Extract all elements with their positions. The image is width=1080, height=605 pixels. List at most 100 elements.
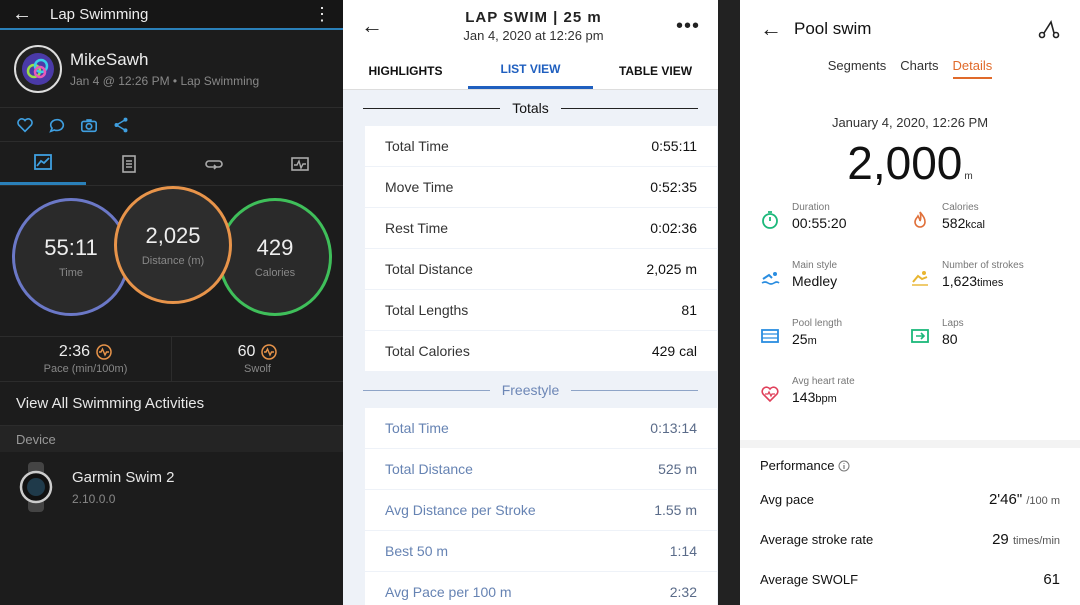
activity-meta: Jan 4 @ 12:26 PM • Lap Swimming (70, 73, 260, 88)
chart-icon (33, 154, 52, 170)
perf-label: Average stroke rate (760, 531, 874, 547)
metric-heart-rate: Avg heart rate 143bpm (760, 376, 910, 434)
row-value: 81 (681, 302, 697, 318)
pool-icon (761, 329, 779, 343)
social-bar (0, 108, 343, 142)
list-item: Avg Pace per 100 m 2:32 (365, 572, 717, 605)
view-all-swimming-link[interactable]: View All Swimming Activities (0, 382, 343, 426)
distance-value: 2,025 (145, 223, 201, 248)
back-arrow-icon[interactable]: ← (760, 16, 794, 42)
totals-section-header: Totals (343, 90, 718, 126)
list-item: Total Time 0:13:14 (365, 408, 717, 448)
metric-unit: times (977, 277, 1004, 289)
metric-label: Avg heart rate (792, 376, 855, 387)
row-label: Total Distance (385, 461, 473, 477)
camera-icon[interactable] (80, 116, 98, 134)
row-value: 0:02:36 (650, 220, 697, 236)
calories-value: 429 (256, 235, 294, 260)
metric-unit: bpm (815, 393, 837, 405)
metric-label: Number of strokes (942, 260, 1024, 271)
pace-value: 2:36 (58, 343, 91, 360)
metric-calories: Calories 582kcal (910, 202, 1060, 260)
app-bar: ← Lap Swimming ⋮ (0, 0, 343, 30)
row-value: 2:32 (669, 584, 697, 600)
time-ring: 55:11 Time (12, 198, 130, 316)
swolf-wave-icon (261, 344, 278, 360)
perf-row: Avg pace 2'46" /100 m (760, 479, 1060, 519)
view-tabs: HIGHLIGHTS LIST VIEW TABLE VIEW (343, 52, 718, 90)
tab-overview[interactable] (0, 142, 86, 185)
share-icon[interactable] (112, 116, 130, 134)
perf-value: 29 (992, 530, 1009, 548)
tab-highlights[interactable]: HIGHLIGHTS (343, 52, 468, 89)
stroke-icon (912, 271, 928, 286)
row-label: Rest Time (385, 220, 449, 236)
time-value: 55:11 (44, 235, 98, 260)
perf-unit: /100 m (1026, 494, 1060, 507)
row-label: Move Time (385, 179, 454, 195)
row-value: 2,025 m (646, 261, 697, 277)
swolf-label: Swolf (244, 363, 271, 375)
row-label: Avg Distance per Stroke (385, 502, 536, 518)
swim-logo-icon (22, 52, 54, 85)
list-item: Total Distance 2,025 m (365, 249, 717, 289)
stopwatch-icon (762, 211, 778, 229)
calories-label: Calories (254, 267, 296, 279)
info-icon[interactable] (838, 460, 850, 472)
avatar[interactable] (14, 44, 62, 93)
tab-stats[interactable] (86, 142, 172, 185)
row-value: 0:52:35 (650, 179, 697, 195)
tab-laps[interactable] (172, 142, 258, 185)
metric-label: Main style (792, 260, 838, 271)
list-item: Total Calories 429 cal (365, 331, 717, 371)
row-label: Total Lengths (385, 302, 469, 318)
metric-value: 80 (942, 331, 958, 347)
metric-value: Medley (792, 273, 838, 289)
back-arrow-icon[interactable]: ← (361, 13, 391, 39)
back-arrow-icon[interactable]: ← (12, 3, 50, 26)
distance-value: 2,000 (847, 137, 963, 189)
time-label: Time (58, 267, 84, 279)
activity-date: January 4, 2020, 12:26 PM (831, 115, 989, 130)
comment-icon[interactable] (48, 116, 66, 134)
detail-tabs: Segments Charts Details (740, 58, 1080, 79)
more-vertical-icon[interactable]: ⋮ (313, 4, 331, 25)
distance-unit: m (964, 171, 973, 182)
tab-table-view[interactable]: TABLE VIEW (593, 52, 718, 89)
perf-unit: times/min (1012, 534, 1060, 547)
performance-label: Performance (760, 458, 835, 473)
tab-details[interactable]: Details (952, 58, 993, 79)
freestyle-label: Freestyle (501, 382, 560, 398)
tab-charts[interactable] (257, 142, 343, 185)
tab-list-view[interactable]: LIST VIEW (468, 52, 593, 89)
list-item: Total Time 0:55:11 (365, 126, 717, 166)
heart-rate-icon (761, 386, 779, 403)
row-label: Best 50 m (385, 543, 449, 559)
row-value: 1.55 m (654, 502, 697, 518)
pace-stat: 2:36 Pace (min/100m) (0, 337, 171, 381)
pace-label: Pace (min/100m) (43, 363, 128, 375)
distance-label: Distance (m) (141, 255, 205, 267)
watch-icon (19, 462, 53, 512)
page-title: Lap Swimming (50, 5, 149, 23)
route-icon[interactable] (1038, 18, 1060, 40)
metric-value: 143 (792, 389, 816, 405)
metric-value: 00:55:20 (792, 215, 847, 231)
app-bar: ← LAP SWIM | 25 m Jan 4, 2020 at 12:26 p… (343, 0, 718, 52)
pulse-chart-icon (291, 156, 309, 171)
metric-label: Laps (942, 318, 964, 329)
perf-label: Average SWOLF (760, 571, 859, 587)
metric-value: 25 (792, 331, 808, 347)
tab-segments[interactable]: Segments (828, 58, 887, 79)
device-item[interactable]: Garmin Swim 2 2.10.0.0 (0, 452, 343, 522)
metric-label: Calories (942, 202, 979, 213)
perf-label: Avg pace (760, 491, 814, 507)
heart-icon[interactable] (16, 116, 34, 134)
user-name: MikeSawh (70, 49, 149, 69)
calories-ring: 429 Calories (218, 198, 332, 316)
list-item: Avg Distance per Stroke 1.55 m (365, 490, 717, 530)
pace-swolf-row: 2:36 Pace (min/100m) 60 Swolf (0, 336, 343, 382)
more-horizontal-icon[interactable]: ••• (676, 15, 700, 38)
metric-value: 582 (942, 215, 966, 231)
tab-charts[interactable]: Charts (900, 58, 938, 79)
